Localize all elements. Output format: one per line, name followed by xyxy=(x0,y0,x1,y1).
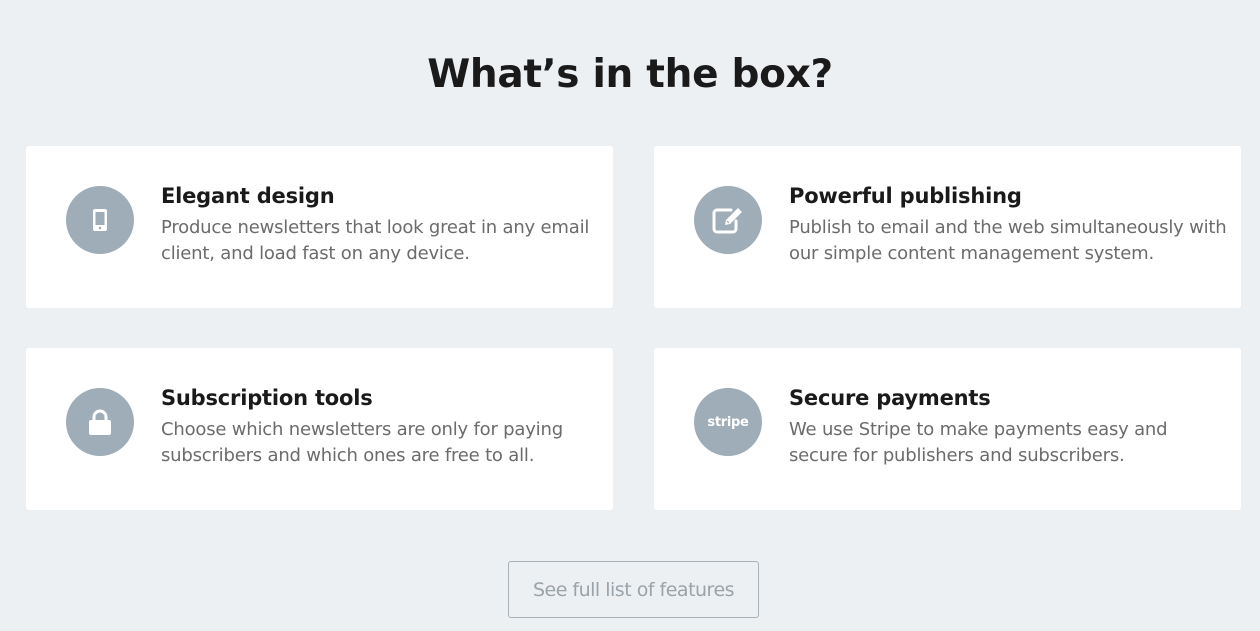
feature-title: Powerful publishing xyxy=(789,184,1022,208)
feature-description: Produce newsletters that look great in a… xyxy=(161,217,590,264)
feature-title: Secure payments xyxy=(789,386,991,410)
feature-card-subscription-tools: Subscription tools Choose which newslett… xyxy=(26,348,613,510)
see-full-features-button[interactable]: See full list of features xyxy=(508,561,759,618)
feature-description: We use Stripe to make payments easy and … xyxy=(789,419,1168,466)
feature-card-secure-payments: stripe Secure payments We use Stripe to … xyxy=(654,348,1241,510)
feature-description: Publish to email and the web simultaneou… xyxy=(789,217,1227,264)
mobile-phone-icon xyxy=(66,186,134,254)
lock-icon xyxy=(66,388,134,456)
feature-title: Subscription tools xyxy=(161,386,373,410)
feature-title: Elegant design xyxy=(161,184,335,208)
edit-icon xyxy=(694,186,762,254)
section-title: What’s in the box? xyxy=(427,52,833,97)
feature-card-elegant-design: Elegant design Produce newsletters that … xyxy=(26,146,613,308)
stripe-logo-text: stripe xyxy=(707,414,749,430)
stripe-logo-icon: stripe xyxy=(694,388,762,456)
feature-description: Choose which newsletters are only for pa… xyxy=(161,419,563,466)
feature-card-powerful-publishing: Powerful publishing Publish to email and… xyxy=(654,146,1241,308)
